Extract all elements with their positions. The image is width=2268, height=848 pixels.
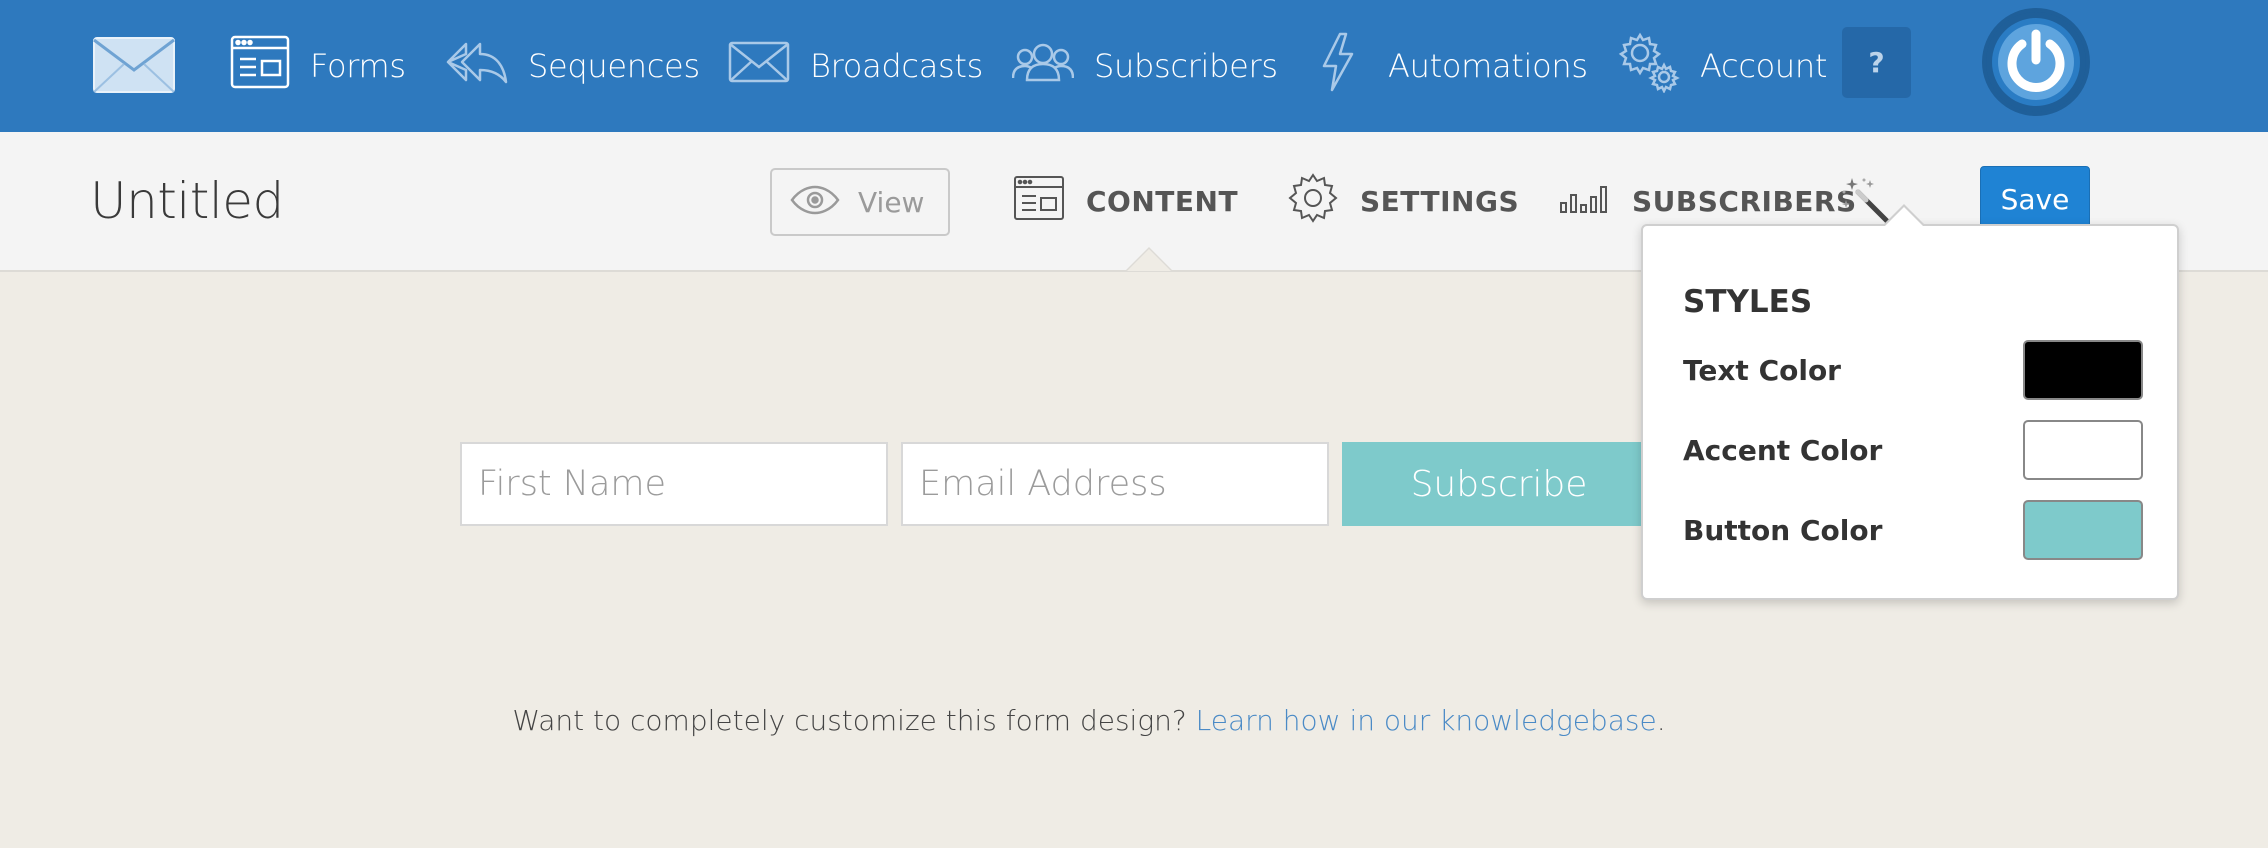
button-color-swatch[interactable] [2023, 500, 2143, 560]
button-color-row: Button Color [1683, 500, 2143, 560]
lightning-icon [1320, 32, 1356, 100]
nav-forms-label: Forms [310, 47, 406, 85]
customize-note-end: . [1656, 704, 1666, 737]
gear-icon [1288, 172, 1338, 230]
nav-subscribers-label: Subscribers [1094, 47, 1278, 85]
help-button[interactable]: ? [1842, 27, 1911, 98]
users-icon [1011, 42, 1075, 90]
nav-account-label: Account [1700, 47, 1828, 85]
tab-content-label: CONTENT [1086, 184, 1239, 218]
tab-settings-label: SETTINGS [1360, 184, 1520, 218]
active-tab-indicator [1127, 249, 1171, 271]
accent-color-label: Accent Color [1683, 433, 1883, 467]
first-name-field[interactable] [460, 442, 888, 526]
customize-note: Want to completely customize this form d… [0, 704, 2268, 737]
styles-popover: STYLES Text Color Accent Color Button Co… [1641, 224, 2179, 600]
nav-sequences[interactable]: Sequences [446, 0, 700, 132]
nav-account[interactable]: Account [1618, 0, 1827, 132]
tab-subscribers-label: SUBSCRIBERS [1632, 184, 1857, 218]
gears-icon [1618, 31, 1680, 101]
nav-broadcasts[interactable]: Broadcasts [728, 0, 983, 132]
envelope-icon [728, 41, 790, 91]
text-color-swatch[interactable] [2023, 340, 2143, 400]
tab-settings[interactable]: SETTINGS [1288, 132, 1519, 270]
bar-chart-icon [1560, 183, 1610, 220]
styles-heading: STYLES [1683, 284, 1813, 320]
nav-broadcasts-label: Broadcasts [810, 47, 984, 85]
save-button[interactable]: Save [1980, 166, 2090, 232]
reply-all-icon [446, 40, 508, 92]
nav-automations-label: Automations [1388, 47, 1588, 85]
avatar[interactable] [1982, 8, 2090, 116]
nav-automations[interactable]: Automations [1320, 0, 1588, 132]
accent-color-swatch[interactable] [2023, 420, 2143, 480]
nav-subscribers[interactable]: Subscribers [1011, 0, 1278, 132]
forms-icon [1014, 175, 1064, 227]
forms-icon [230, 35, 290, 97]
eye-icon [790, 185, 840, 219]
text-color-label: Text Color [1683, 353, 1841, 387]
button-color-label: Button Color [1683, 513, 1883, 547]
nav-forms[interactable]: Forms [230, 0, 406, 132]
view-button-label: View [858, 185, 925, 219]
accent-color-row: Accent Color [1683, 420, 2143, 480]
text-color-row: Text Color [1683, 340, 2143, 400]
email-field[interactable] [901, 442, 1329, 526]
envelope-logo-icon[interactable] [92, 36, 176, 98]
top-navigation-bar: Forms Sequences Broadcasts Subscribers A… [0, 0, 2268, 132]
popover-arrow [1884, 207, 1924, 227]
nav-sequences-label: Sequences [528, 47, 700, 85]
page-title[interactable]: Untitled [90, 132, 284, 270]
knowledgebase-link[interactable]: Learn how in our knowledgebase [1196, 704, 1657, 737]
view-button[interactable]: View [770, 168, 950, 236]
customize-note-text: Want to completely customize this form d… [512, 704, 1196, 737]
